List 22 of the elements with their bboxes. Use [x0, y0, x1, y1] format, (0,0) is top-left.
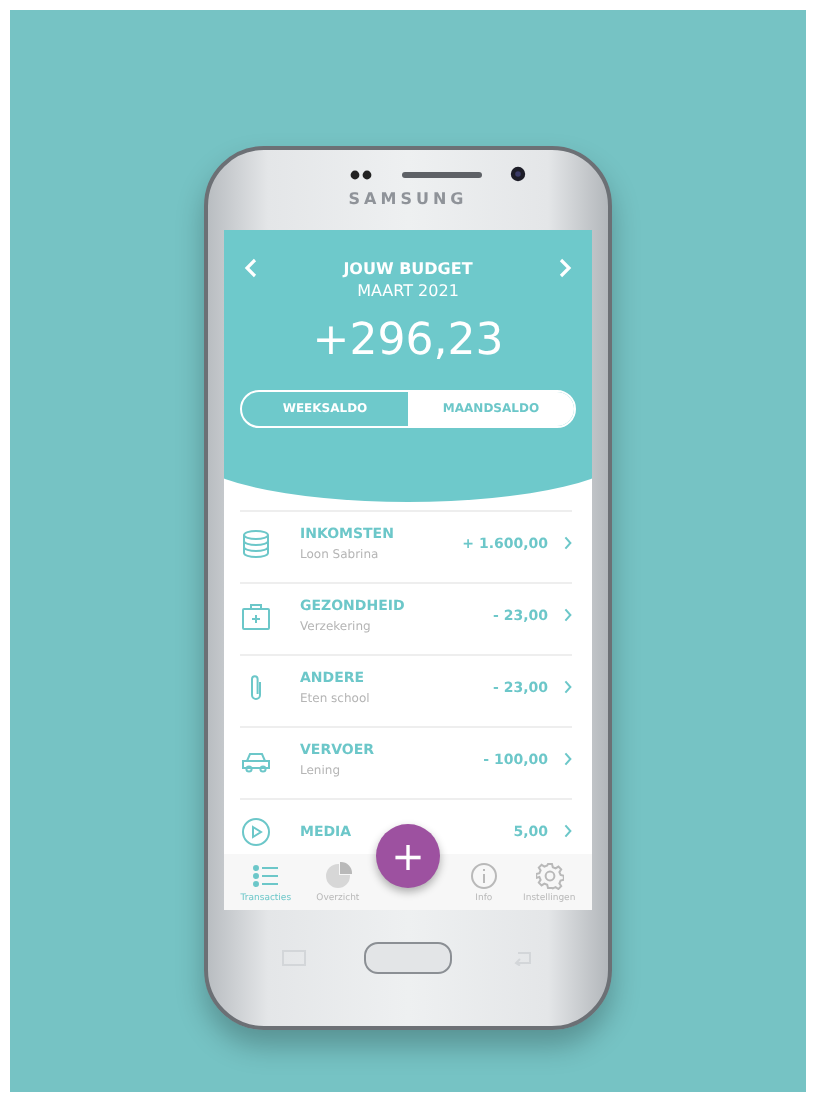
chevron-right-icon[interactable] [564, 824, 572, 838]
balance-amount: +296,23 [312, 316, 504, 366]
chevron-left-icon[interactable] [244, 258, 258, 278]
chevron-right-icon[interactable] [564, 680, 572, 694]
phone-brand: SAMSUNG [348, 190, 468, 208]
camera-icon [510, 166, 526, 182]
chevron-right-icon[interactable] [564, 752, 572, 766]
chevron-right-icon[interactable] [564, 608, 572, 622]
pie-chart-icon [323, 861, 352, 889]
add-button[interactable]: + [376, 824, 440, 888]
settings-icon [535, 861, 564, 889]
header-title: JOUW BUDGET [343, 259, 473, 277]
sensor-dots-icon [350, 169, 374, 179]
chevron-right-icon[interactable] [564, 536, 572, 550]
home-button[interactable] [364, 942, 453, 974]
medical-case-icon [240, 599, 272, 631]
period-label: MAART 2021 [357, 282, 459, 300]
info-icon [469, 861, 498, 889]
play-circle-icon [240, 815, 272, 847]
speaker-grille [402, 171, 482, 177]
coins-icon [240, 527, 272, 559]
list-icon [251, 861, 280, 889]
